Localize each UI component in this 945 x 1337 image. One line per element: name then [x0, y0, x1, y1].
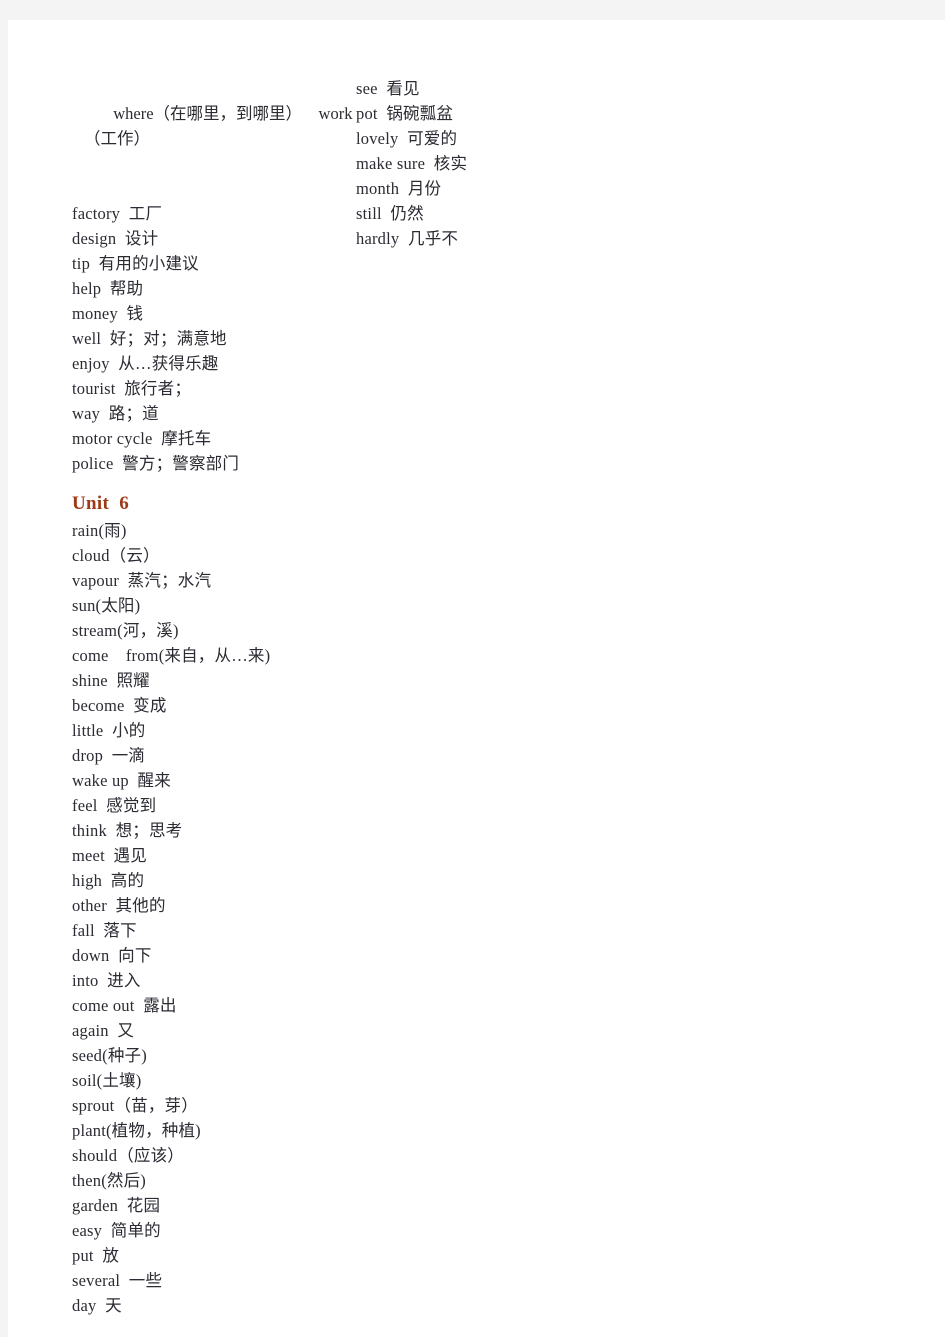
vocabulary-entry: fall 落下: [72, 921, 137, 940]
vocabulary-list-right: see 看见 pot 锅碗瓢盆 lovely 可爱的 make sure 核实 mont…: [356, 76, 606, 251]
vocabulary-entry: money 钱: [72, 304, 144, 323]
vocabulary-entry: month 月份: [356, 179, 442, 198]
vocabulary-entry: easy 简单的: [72, 1221, 161, 1240]
vocabulary-entry: feel 感觉到: [72, 796, 157, 815]
vocabulary-entry: motor cycle 摩托车: [72, 429, 212, 448]
vocabulary-entry: tip 有用的小建议: [72, 254, 199, 273]
vocabulary-entry: rain(雨): [72, 521, 127, 540]
vocabulary-entry: should（应该）: [72, 1146, 185, 1165]
vocabulary-entry: think 想；思考: [72, 821, 183, 840]
vocabulary-column-left: where（在哪里，到哪里） work （工作） factory 工厂 design…: [72, 76, 353, 476]
vocabulary-entry: design 设计: [72, 229, 159, 248]
document-page: where（在哪里，到哪里） work （工作） factory 工厂 design…: [8, 20, 945, 1337]
scan-edge-band-left: [0, 0, 8, 1337]
vocabulary-entry: several 一些: [72, 1271, 163, 1290]
vocabulary-entry: day 天: [72, 1296, 122, 1315]
vocabulary-entry: become 变成: [72, 696, 167, 715]
vocabulary-entry: garden 花园: [72, 1196, 161, 1215]
vocabulary-entry: tourist 旅行者；: [72, 379, 192, 398]
vocabulary-entry: sun(太阳): [72, 596, 141, 615]
vocabulary-entry: see 看见: [356, 79, 420, 98]
vocabulary-entry: enjoy 从…获得乐趣: [72, 354, 219, 373]
vocabulary-entry: into 进入: [72, 971, 141, 990]
two-column-region: where（在哪里，到哪里） work （工作） factory 工厂 design…: [72, 76, 892, 476]
vocabulary-entry: shine 照耀: [72, 671, 150, 690]
vocabulary-entry: high 高的: [72, 871, 145, 890]
page-content: where（在哪里，到哪里） work （工作） factory 工厂 design…: [72, 76, 892, 1318]
vocabulary-entry: still 仍然: [356, 204, 424, 223]
vocabulary-entry: make sure 核实: [356, 154, 468, 173]
unit-6-heading: Unit 6: [72, 493, 129, 514]
vocabulary-entry: drop 一滴: [72, 746, 146, 765]
vocabulary-entry: hardly 几乎不: [356, 229, 459, 248]
vocabulary-entry: down 向下: [72, 946, 152, 965]
entry-line-2: （工作）: [84, 129, 150, 148]
vocabulary-entry: stream(河，溪): [72, 621, 179, 640]
vocabulary-entry: vapour 蒸汽；水汽: [72, 571, 212, 590]
vocabulary-entry: again 又: [72, 1021, 135, 1040]
vocabulary-list-unit-6: rain(雨) cloud（云） vapour 蒸汽；水汽 sun(太阳) stream…: [72, 518, 892, 1318]
vocabulary-entry-where: where（在哪里，到哪里） work （工作）: [72, 76, 353, 201]
vocabulary-entry: pot 锅碗瓢盆: [356, 104, 454, 123]
vocabulary-entry: sprout（苗，芽）: [72, 1096, 198, 1115]
vocabulary-entry: plant(植物，种植): [72, 1121, 201, 1140]
vocabulary-entry: cloud（云）: [72, 546, 160, 565]
vocabulary-entry: come out 露出: [72, 996, 177, 1015]
vocabulary-entry: little 小的: [72, 721, 146, 740]
vocabulary-entry: other 其他的: [72, 896, 166, 915]
vocabulary-entry: put 放: [72, 1246, 120, 1265]
vocabulary-entry: well 好；对；满意地: [72, 329, 227, 348]
vocabulary-entry: help 帮助: [72, 279, 144, 298]
vocabulary-column-right: see 看见 pot 锅碗瓢盆 lovely 可爱的 make sure 核实 mont…: [356, 76, 606, 251]
vocabulary-entry: seed(种子): [72, 1046, 147, 1065]
vocabulary-entry: meet 遇见: [72, 846, 147, 865]
vocabulary-entry: wake up 醒来: [72, 771, 171, 790]
vocabulary-entry: then(然后): [72, 1171, 146, 1190]
unit-6-section: Unit 6 rain(雨) cloud（云） vapour 蒸汽；水汽 sun(太阳…: [72, 491, 892, 1318]
vocabulary-entry: way 路；道: [72, 404, 159, 423]
vocabulary-entry: police 警方；警察部门: [72, 454, 240, 473]
scan-edge-band-top: [0, 0, 945, 20]
vocabulary-entry: lovely 可爱的: [356, 129, 458, 148]
vocabulary-entry: soil(土壤): [72, 1071, 142, 1090]
entry-line-1: where（在哪里，到哪里） work: [113, 104, 353, 123]
vocabulary-list-left: factory 工厂 design 设计 tip 有用的小建议 help 帮助 mone…: [72, 201, 350, 476]
vocabulary-entry: factory 工厂: [72, 204, 163, 223]
vocabulary-entry: come from(来自，从…来): [72, 646, 271, 665]
